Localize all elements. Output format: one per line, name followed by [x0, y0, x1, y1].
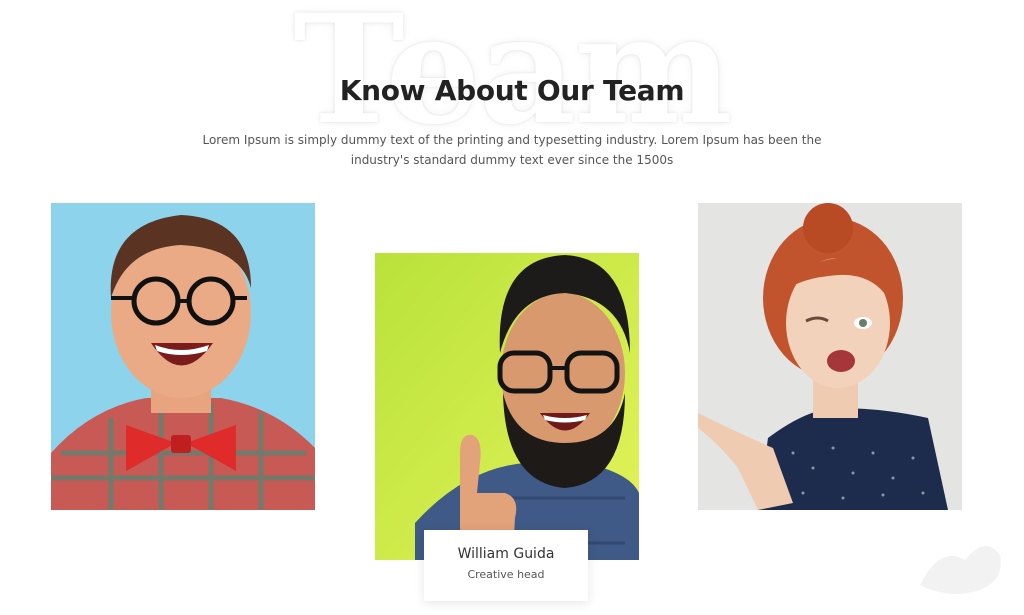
- team-member-role: Creative head: [467, 568, 545, 581]
- team-member-name: William Guida: [457, 546, 555, 562]
- team-member-photo-3[interactable]: [698, 203, 962, 510]
- red-haired-woman-image: [698, 203, 962, 510]
- laughing-man-image: [51, 203, 315, 510]
- team-member-card-caption[interactable]: William Guida Creative head: [424, 530, 588, 601]
- team-member-photo-2[interactable]: [375, 253, 639, 560]
- section-title: Know About Our Team: [339, 74, 685, 107]
- team-section: Team Know About Our Team Lorem Ipsum is …: [0, 0, 1024, 615]
- decorative-corner-shape: [920, 546, 1001, 594]
- section-description: Lorem Ipsum is simply dummy text of the …: [202, 133, 822, 167]
- team-member-photo-1[interactable]: [51, 203, 315, 510]
- bearded-man-image: [375, 253, 639, 560]
